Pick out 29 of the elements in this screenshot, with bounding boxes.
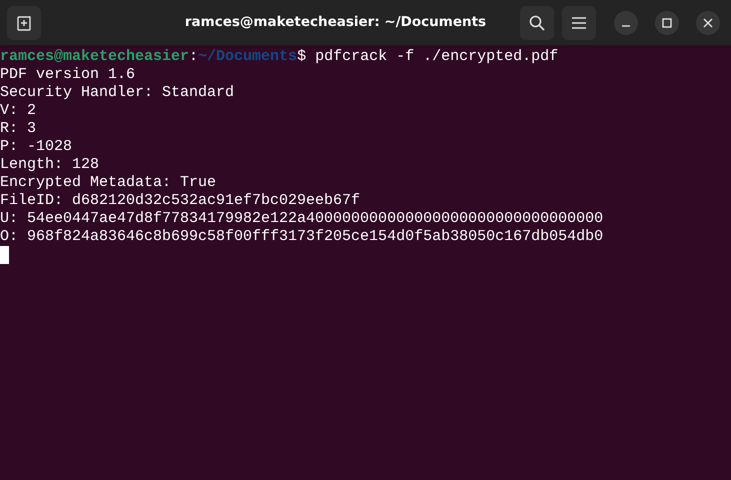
search-icon xyxy=(529,14,545,30)
window-title: ramces@maketecheasier: ~/Documents xyxy=(184,13,486,32)
output-line: Encrypted Metadata: True xyxy=(0,174,216,192)
prompt-path: ~/Documents xyxy=(198,48,298,66)
menu-button[interactable] xyxy=(562,6,596,40)
output-line: Security Handler: Standard xyxy=(0,84,234,102)
output-line: V: 2 xyxy=(0,102,36,120)
search-button[interactable] xyxy=(520,6,554,40)
prompt-separator: : xyxy=(189,48,198,66)
text-cursor xyxy=(0,246,9,264)
output-line: PDF version 1.6 xyxy=(0,66,136,84)
maximize-icon xyxy=(662,18,672,28)
prompt-symbol: $ xyxy=(297,48,306,66)
menu-icon xyxy=(572,16,586,28)
minimize-icon xyxy=(622,24,630,26)
maximize-button[interactable] xyxy=(655,10,679,34)
new-tab-icon xyxy=(16,14,32,30)
minimize-button[interactable] xyxy=(614,10,638,34)
prompt-user-host: ramces@maketecheasier xyxy=(0,48,190,66)
output-line: FileID: d682120d32c532ac91ef7bc029eeb67f xyxy=(0,192,360,210)
output-line: P: -1028 xyxy=(0,138,72,156)
output-line: U: 54ee0447ae47d8f77834179982e122a400000000000000000000000000000000 xyxy=(0,210,604,228)
new-tab-button[interactable] xyxy=(7,6,41,40)
output-line: R: 3 xyxy=(0,120,36,138)
close-icon xyxy=(703,18,713,28)
close-button[interactable] xyxy=(696,10,720,34)
output-line: Length: 128 xyxy=(0,156,100,174)
output-line: O: 968f824a83646c8b699c58f00fff3173f205ce154d0f5ab38050c167db054db0 xyxy=(0,228,604,246)
command-text: pdfcrack -f ./encrypted.pdf xyxy=(315,48,558,66)
